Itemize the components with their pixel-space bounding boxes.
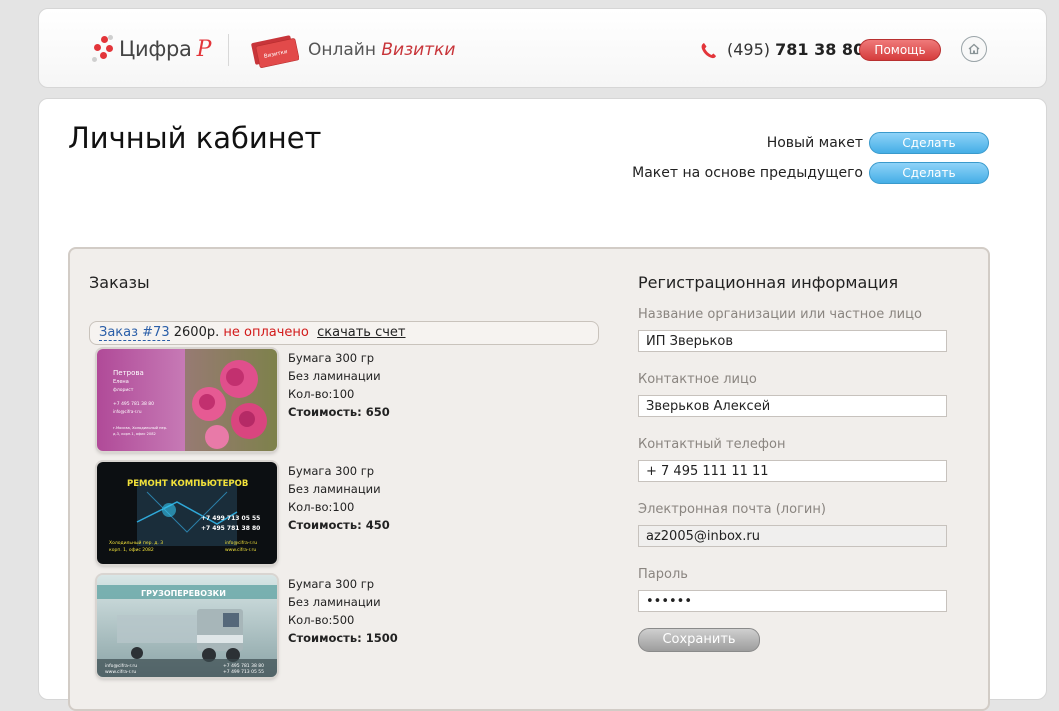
order-item: ГРУЗОПЕРЕВОЗКИ info@cifra-r.ru www.cifra…: [97, 575, 497, 679]
contact-phone-input[interactable]: + 7 495 111 11 11: [638, 460, 947, 482]
cost-value: 1500: [365, 631, 398, 645]
org-name-label: Название организации или частное лицо: [638, 307, 922, 322]
online-accent: Визитки: [381, 40, 456, 60]
business-card-thumbnail[interactable]: Петрова Елена флорист +7 495 781 38 80 i…: [97, 349, 277, 451]
logo-mark-icon: [91, 32, 117, 66]
email-label: Электронная почта (логин): [638, 502, 826, 517]
password-input[interactable]: ••••••: [638, 590, 947, 612]
logo-text: Цифра: [119, 37, 192, 61]
new-layout-button[interactable]: Сделать: [869, 132, 989, 154]
business-card-icon: Визитки: [251, 35, 299, 68]
card-site: www.cifra-r.ru: [105, 669, 136, 675]
card-title: ГРУЗОПЕРЕВОЗКИ: [141, 589, 226, 598]
email-input: az2005@inbox.ru: [638, 525, 947, 547]
quantity: Кол-во:100: [288, 387, 355, 401]
save-button[interactable]: Сохранить: [638, 628, 760, 652]
order-price: 2600р.: [173, 325, 220, 340]
page-title: Личный кабинет: [68, 121, 322, 155]
lamination: Без ламинации: [288, 369, 381, 383]
help-button[interactable]: Помощь: [859, 39, 941, 61]
cost: Стоимость: 650: [288, 403, 390, 421]
card-phone-2: +7 499 713 05 55: [223, 669, 264, 675]
card-email: info@cifra-r.ru: [113, 409, 142, 414]
password-label: Пароль: [638, 567, 688, 582]
order-item-details: Бумага 300 гр Без ламинации Кол-во:100 С…: [288, 349, 390, 421]
card-phone-1: +7 499 713 05 55: [201, 515, 260, 522]
card-address-2: д.3, корп.1, офис 2082: [113, 432, 156, 436]
phone-number: (495) 781 38 80: [727, 40, 864, 59]
card-role: флорист: [113, 387, 134, 393]
copy-layout-row: Макет на основе предыдущего Сделать: [632, 162, 989, 184]
contact-person-input[interactable]: Зверьков Алексей: [638, 395, 947, 417]
cost-value: 650: [365, 405, 390, 419]
business-card-thumbnail[interactable]: РЕМОНТ КОМПЬЮТЕРОВ +7 499 713 05 55 +7 4…: [97, 462, 277, 564]
cost-value: 450: [365, 518, 390, 532]
cost: Стоимость: 1500: [288, 629, 398, 647]
order-item-details: Бумага 300 гр Без ламинации Кол-во:100 С…: [288, 462, 390, 534]
quantity: Кол-во:100: [288, 500, 355, 514]
card-email: info@cifra-r.ru: [105, 663, 137, 669]
card-name: Петрова: [113, 369, 144, 377]
org-name-input[interactable]: ИП Зверьков: [638, 330, 947, 352]
order-status: не оплачено: [223, 325, 309, 340]
order-header: Заказ #73 2600р. не оплачено скачать сче…: [89, 321, 599, 345]
paper-type: Бумага 300 гр: [288, 577, 375, 591]
phone-icon: [701, 43, 716, 59]
cost-label: Стоимость:: [288, 631, 362, 645]
phone-code: (495): [727, 40, 771, 59]
card-address-2: корп. 1, офис 2082: [109, 547, 154, 553]
quantity: Кол-во:500: [288, 613, 355, 627]
contact-phone-label: Контактный телефон: [638, 437, 786, 452]
logo[interactable]: Цифра Р: [91, 29, 211, 69]
divider: [228, 34, 229, 66]
order-item: РЕМОНТ КОМПЬЮТЕРОВ +7 499 713 05 55 +7 4…: [97, 462, 497, 566]
order-link[interactable]: Заказ #73: [99, 325, 170, 341]
contact-person-label: Контактное лицо: [638, 372, 757, 387]
cost-label: Стоимость:: [288, 405, 362, 419]
order-item-details: Бумага 300 гр Без ламинации Кол-во:500 С…: [288, 575, 398, 647]
card-phone: +7 495 781 38 80: [113, 401, 154, 407]
logo-letter: Р: [196, 36, 212, 62]
paper-type: Бумага 300 гр: [288, 351, 375, 365]
card-email: info@cifra-r.ru: [225, 540, 257, 546]
cost-label: Стоимость:: [288, 518, 362, 532]
main-content: Личный кабинет Новый макет Сделать Макет…: [38, 98, 1047, 711]
copy-layout-button[interactable]: Сделать: [869, 162, 989, 184]
home-button[interactable]: [961, 36, 987, 62]
home-icon: [968, 43, 980, 55]
card-site: www.cifra-r.ru: [225, 547, 256, 553]
copy-layout-label: Макет на основе предыдущего: [632, 165, 863, 181]
business-card-thumbnail[interactable]: ГРУЗОПЕРЕВОЗКИ info@cifra-r.ru www.cifra…: [97, 575, 277, 677]
lamination: Без ламинации: [288, 595, 381, 609]
card-subname: Елена: [113, 379, 129, 385]
download-invoice-link[interactable]: скачать счет: [317, 325, 405, 340]
site-header: Цифра Р Визитки Онлайн Визитки (495) 781…: [38, 8, 1047, 88]
card-title: РЕМОНТ КОМПЬЮТЕРОВ: [127, 479, 248, 489]
card-address-1: Холодильный пер. д. 3: [109, 539, 163, 546]
lamination: Без ламинации: [288, 482, 381, 496]
paper-type: Бумага 300 гр: [288, 464, 375, 478]
new-layout-row: Новый макет Сделать: [767, 132, 989, 154]
orders-title: Заказы: [89, 273, 150, 292]
cost: Стоимость: 450: [288, 516, 390, 534]
card-phone-2: +7 495 781 38 80: [201, 525, 260, 532]
phone-main: 781 38 80: [775, 40, 865, 59]
order-item: Петрова Елена флорист +7 495 781 38 80 i…: [97, 349, 497, 453]
card-phone-1: +7 495 781 38 80: [223, 663, 264, 669]
online-prefix: Онлайн: [308, 40, 376, 60]
new-layout-label: Новый макет: [766, 135, 863, 151]
account-panel: Заказы Заказ #73 2600р. не оплачено скач…: [68, 247, 990, 711]
registration-title: Регистрационная информация: [638, 273, 899, 292]
online-cards-title: Онлайн Визитки: [308, 40, 455, 60]
card-address-1: г.Москва, Холодильный пер.: [113, 426, 167, 430]
